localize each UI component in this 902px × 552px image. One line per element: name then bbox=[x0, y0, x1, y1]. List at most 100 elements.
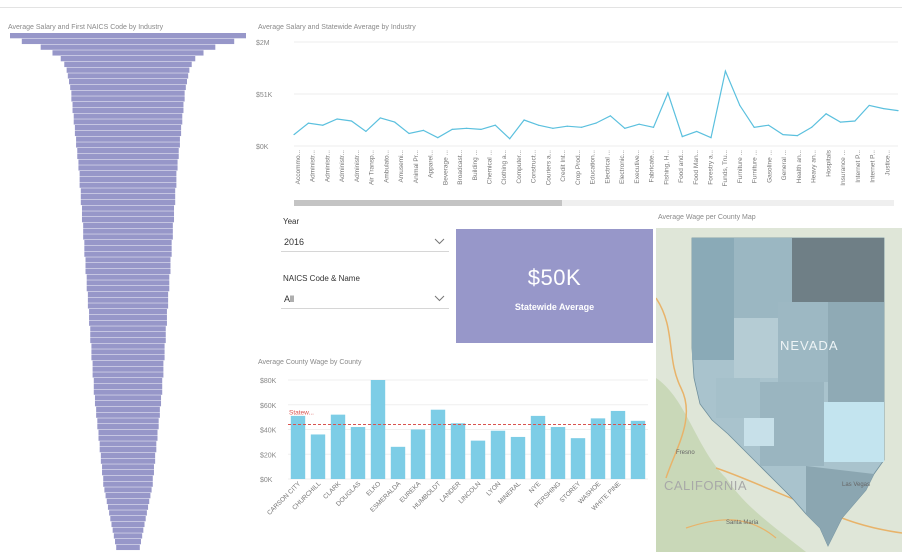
funnel-bar[interactable] bbox=[74, 130, 182, 137]
funnel-bar[interactable] bbox=[111, 521, 145, 528]
funnel-bar[interactable] bbox=[94, 395, 162, 401]
line-point[interactable] bbox=[437, 137, 439, 139]
funnel-bar[interactable] bbox=[77, 148, 179, 154]
funnel-bar[interactable] bbox=[86, 274, 170, 280]
funnel-bar[interactable] bbox=[110, 516, 146, 522]
funnel-bar[interactable] bbox=[106, 498, 150, 505]
funnel-bar[interactable] bbox=[86, 286, 170, 292]
funnel-bar[interactable] bbox=[89, 309, 167, 315]
funnel-bar[interactable] bbox=[87, 297, 169, 303]
funnel-bar[interactable] bbox=[72, 102, 184, 108]
funnel-bar[interactable] bbox=[71, 96, 185, 102]
line-point[interactable] bbox=[566, 125, 568, 127]
county-washoe[interactable] bbox=[692, 238, 734, 360]
funnel-bar[interactable] bbox=[92, 366, 164, 372]
funnel-bar[interactable] bbox=[116, 544, 140, 551]
funnel-bar[interactable] bbox=[102, 470, 154, 476]
funnel-bar[interactable] bbox=[85, 257, 171, 263]
funnel-bar[interactable] bbox=[81, 217, 175, 223]
county-pershing[interactable] bbox=[734, 318, 778, 378]
county-bar[interactable] bbox=[590, 418, 606, 479]
funnel-bar[interactable] bbox=[80, 188, 176, 194]
naics-dropdown[interactable]: All bbox=[281, 290, 449, 309]
line-point[interactable] bbox=[595, 122, 597, 124]
line-point[interactable] bbox=[494, 124, 496, 126]
line-point[interactable] bbox=[465, 127, 468, 129]
line-series[interactable] bbox=[293, 69, 899, 140]
funnel-bar[interactable] bbox=[93, 378, 163, 384]
funnel-bar[interactable] bbox=[97, 424, 159, 430]
line-point[interactable] bbox=[336, 118, 338, 120]
line-point[interactable] bbox=[883, 107, 885, 110]
county-bar[interactable] bbox=[390, 446, 406, 479]
line-point[interactable] bbox=[724, 70, 727, 72]
line-point[interactable] bbox=[350, 120, 353, 122]
funnel-bar[interactable] bbox=[92, 372, 164, 378]
line-point[interactable] bbox=[509, 138, 511, 140]
line-point[interactable] bbox=[868, 104, 870, 107]
funnel-bar[interactable] bbox=[104, 487, 152, 493]
funnel-bar[interactable] bbox=[77, 153, 179, 160]
line-point[interactable] bbox=[365, 130, 367, 133]
county-bar[interactable] bbox=[570, 438, 586, 479]
statewide-average-card[interactable]: $50K Statewide Average bbox=[456, 229, 653, 343]
funnel-bar[interactable] bbox=[79, 171, 177, 177]
funnel-bar[interactable] bbox=[103, 481, 153, 487]
funnel-bar[interactable] bbox=[70, 84, 186, 91]
funnel-bar[interactable] bbox=[93, 389, 163, 395]
funnel-bar[interactable] bbox=[84, 251, 172, 257]
funnel-bar[interactable] bbox=[83, 222, 173, 229]
funnel-bar[interactable] bbox=[107, 504, 149, 510]
funnel-bar[interactable] bbox=[99, 441, 157, 447]
funnel-bar[interactable] bbox=[112, 527, 144, 533]
line-point[interactable] bbox=[710, 137, 712, 139]
funnel-bar[interactable] bbox=[80, 199, 176, 206]
funnel-bar[interactable] bbox=[84, 245, 172, 252]
line-point[interactable] bbox=[767, 124, 770, 126]
funnel-bar[interactable] bbox=[98, 435, 158, 441]
county-bar[interactable] bbox=[530, 415, 546, 479]
line-point[interactable] bbox=[839, 121, 842, 123]
funnel-bar[interactable] bbox=[94, 401, 162, 407]
county-bar[interactable] bbox=[630, 420, 646, 479]
county-bar[interactable] bbox=[370, 380, 386, 479]
funnel-bar[interactable] bbox=[113, 533, 143, 539]
line-point[interactable] bbox=[537, 124, 540, 126]
line-point[interactable] bbox=[480, 128, 482, 130]
funnel-bar[interactable] bbox=[98, 429, 158, 436]
line-point[interactable] bbox=[652, 126, 655, 128]
funnel-bar[interactable] bbox=[64, 61, 192, 68]
funnel-bar[interactable] bbox=[92, 360, 164, 367]
funnel-bar[interactable] bbox=[100, 458, 156, 464]
funnel-bar[interactable] bbox=[90, 337, 166, 344]
county-bar[interactable] bbox=[350, 427, 366, 479]
line-chart-scroll-thumb[interactable] bbox=[294, 200, 562, 206]
county-bar[interactable] bbox=[550, 427, 566, 479]
funnel-bar[interactable] bbox=[73, 119, 183, 125]
line-point[interactable] bbox=[681, 136, 683, 138]
funnel-bar[interactable] bbox=[71, 90, 185, 96]
funnel-bar[interactable] bbox=[78, 159, 178, 165]
funnel-bar[interactable] bbox=[79, 176, 177, 183]
line-point[interactable] bbox=[451, 128, 453, 130]
funnel-bar[interactable] bbox=[40, 44, 216, 50]
line-point[interactable] bbox=[753, 126, 755, 128]
funnel-bar[interactable] bbox=[21, 38, 235, 45]
funnel-bar[interactable] bbox=[84, 240, 172, 246]
line-point[interactable] bbox=[811, 126, 813, 128]
funnel-bar[interactable] bbox=[89, 314, 167, 321]
funnel-bar[interactable] bbox=[72, 107, 184, 114]
line-point[interactable] bbox=[897, 110, 899, 112]
line-point[interactable] bbox=[422, 129, 425, 131]
county-elko[interactable] bbox=[792, 238, 884, 302]
funnel-bar[interactable] bbox=[76, 142, 180, 148]
county-bar[interactable] bbox=[490, 430, 506, 479]
funnel-bar[interactable] bbox=[85, 268, 171, 275]
line-point[interactable] bbox=[322, 124, 324, 126]
funnel-bar[interactable] bbox=[89, 320, 167, 326]
line-point[interactable] bbox=[609, 115, 611, 117]
funnel-bar[interactable] bbox=[78, 165, 178, 171]
line-point[interactable] bbox=[394, 121, 396, 123]
funnel-chart[interactable] bbox=[0, 33, 252, 552]
county-bar[interactable] bbox=[470, 440, 486, 479]
